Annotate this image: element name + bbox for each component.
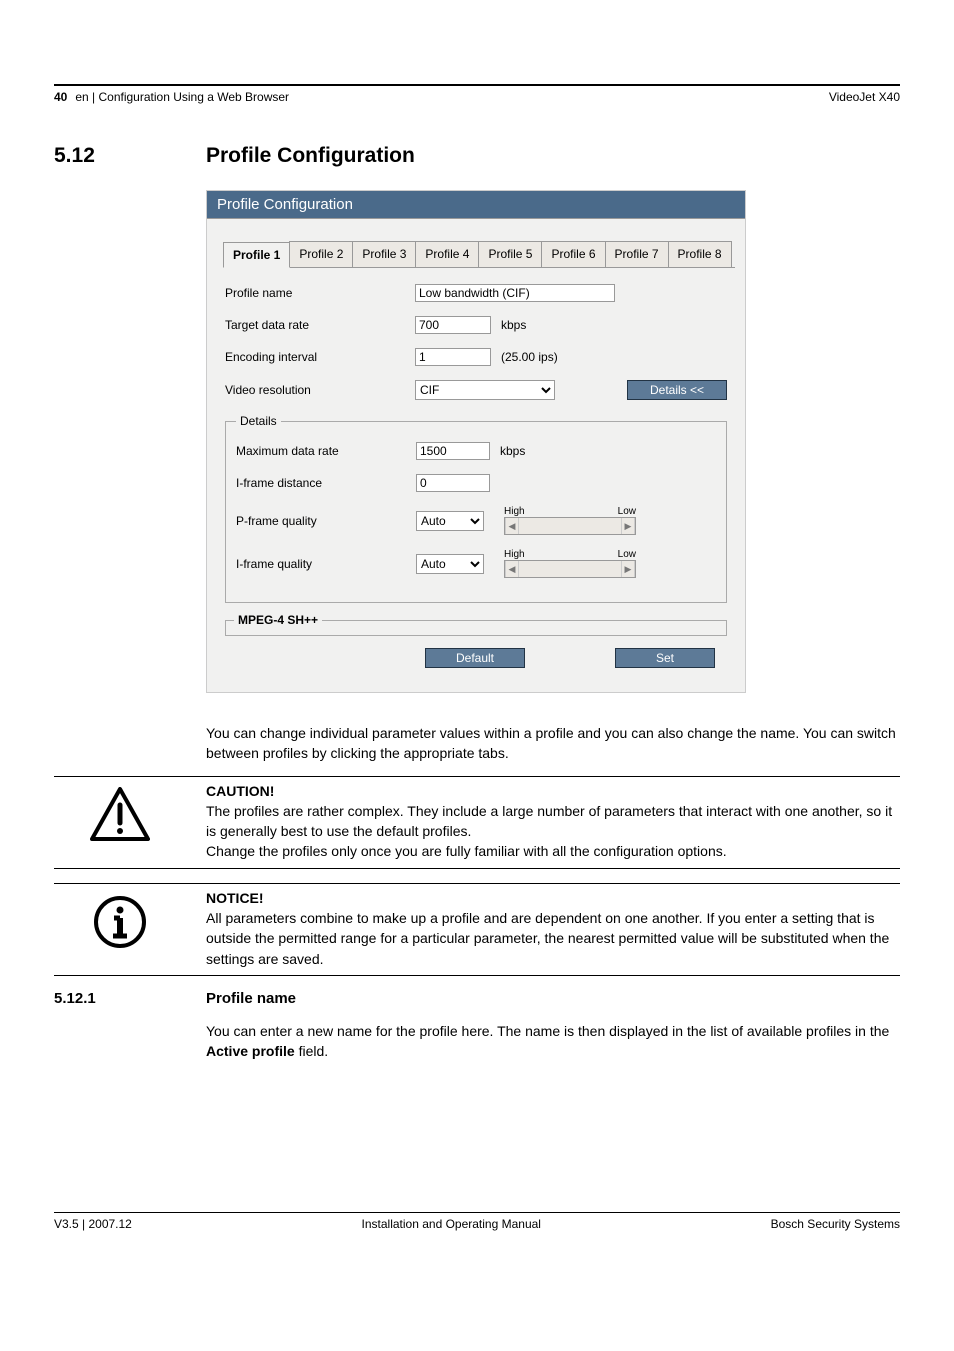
pframe-slider[interactable]: ◀ ▶ [504,517,636,535]
tab-profile-2[interactable]: Profile 2 [289,241,353,267]
subsection-paragraph: You can enter a new name for the profile… [206,1021,900,1062]
intro-paragraph: You can change individual parameter valu… [206,723,900,764]
video-res-label: Video resolution [225,383,415,397]
details-fieldset: Details Maximum data rate kbps I-frame d… [225,414,727,603]
pframe-q-label: P-frame quality [236,514,416,528]
notice-text: All parameters combine to make up a prof… [206,908,900,969]
arrow-left-icon[interactable]: ◀ [505,518,519,534]
iframe-dist-input[interactable] [416,474,490,492]
active-profile-ref: Active profile [206,1043,295,1059]
breadcrumb: en | Configuration Using a Web Browser [75,90,289,104]
page-footer: V3.5 | 2007.12 Installation and Operatin… [54,1212,900,1231]
notice-head: NOTICE! [206,888,900,908]
video-res-select[interactable]: CIF [415,380,555,400]
target-rate-unit: kbps [501,318,526,332]
pframe-q-select[interactable]: Auto [416,511,484,531]
subsection-text-a: You can enter a new name for the profile… [206,1023,889,1039]
tab-profile-8[interactable]: Profile 8 [668,241,732,267]
tab-profile-1[interactable]: Profile 1 [223,242,290,268]
tab-profile-6[interactable]: Profile 6 [541,241,605,267]
profile-tabs: Profile 1 Profile 2 Profile 3 Profile 4 … [223,241,735,268]
notice-block: NOTICE! All parameters combine to make u… [54,888,900,969]
tab-profile-4[interactable]: Profile 4 [415,241,479,267]
target-rate-input[interactable] [415,316,491,334]
panel-title: Profile Configuration [207,191,745,219]
page-header: 40 en | Configuration Using a Web Browse… [54,84,900,104]
caution-line2: Change the profiles only once you are fu… [206,841,900,861]
subsection-number: 5.12.1 [54,990,206,1007]
max-rate-label: Maximum data rate [236,444,416,458]
subsection-title: Profile name [206,990,296,1007]
profile-name-input[interactable] [415,284,615,302]
mpeg-legend: MPEG-4 SH++ [234,613,322,627]
slider-low-label: Low [618,506,636,517]
encoding-interval-label: Encoding interval [225,350,415,364]
caution-line1: The profiles are rather complex. They in… [206,801,900,842]
caution-block: CAUTION! The profiles are rather complex… [54,781,900,862]
encoding-interval-input[interactable] [415,348,491,366]
tab-profile-3[interactable]: Profile 3 [352,241,416,267]
iframe-q-label: I-frame quality [236,557,416,571]
details-legend: Details [236,414,281,428]
subsection-text-c: field. [295,1043,328,1059]
max-rate-input[interactable] [416,442,490,460]
iframe-q-select[interactable]: Auto [416,554,484,574]
profile-name-label: Profile name [225,286,415,300]
max-rate-unit: kbps [500,444,525,458]
slider-high-label-2: High [504,549,525,560]
arrow-right-icon[interactable]: ▶ [621,561,635,577]
mpeg-fieldset: MPEG-4 SH++ [225,613,727,636]
page-number: 40 [54,90,67,104]
iframe-slider[interactable]: ◀ ▶ [504,560,636,578]
encoding-interval-note: (25.00 ips) [501,350,558,364]
set-button[interactable]: Set [615,648,715,668]
footer-version: V3.5 | 2007.12 [54,1217,132,1231]
info-icon [54,888,186,950]
iframe-dist-label: I-frame distance [236,476,416,490]
footer-doc-title: Installation and Operating Manual [362,1217,541,1231]
tab-profile-7[interactable]: Profile 7 [605,241,669,267]
config-panel: Profile Configuration Profile 1 Profile … [206,190,746,693]
caution-head: CAUTION! [206,781,900,801]
slider-low-label-2: Low [618,549,636,560]
slider-high-label: High [504,506,525,517]
section-number: 5.12 [54,144,206,168]
details-button[interactable]: Details << [627,380,727,400]
product-name: VideoJet X40 [829,90,900,104]
warning-icon [54,781,186,841]
section-title: Profile Configuration [206,144,415,168]
arrow-right-icon[interactable]: ▶ [621,518,635,534]
target-rate-label: Target data rate [225,318,415,332]
footer-company: Bosch Security Systems [771,1217,900,1231]
default-button[interactable]: Default [425,648,525,668]
tab-profile-5[interactable]: Profile 5 [478,241,542,267]
arrow-left-icon[interactable]: ◀ [505,561,519,577]
